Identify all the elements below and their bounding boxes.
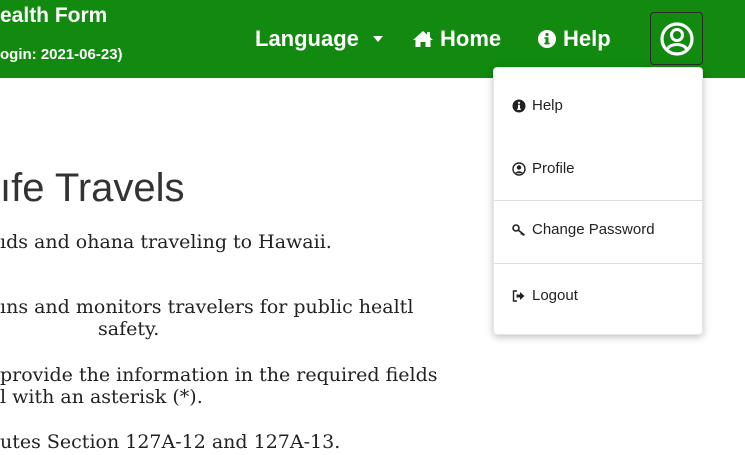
info-line: ıns and monitors travelers for public he…: [0, 296, 414, 318]
dropdown-logout-item[interactable]: Logout: [512, 287, 578, 304]
key-icon: [512, 223, 526, 237]
dropdown-change-password-item[interactable]: Change Password: [512, 221, 655, 238]
page-heading: ıfe Travels: [0, 166, 185, 210]
intro-line: ıds and ohana traveling to Hawaii.: [0, 231, 332, 253]
dropdown-profile-item[interactable]: Profile: [512, 160, 575, 177]
dropdown-logout-label: Logout: [532, 287, 578, 304]
user-dropdown-menu: Help Profile Change Password Logout: [493, 67, 703, 335]
statutes-line: utes Section 127A-12 and 127A-13.: [0, 431, 341, 453]
page: ealth Form ogin: 2021-06-23) Language Ho…: [0, 0, 745, 455]
dropdown-help-item[interactable]: Help: [512, 97, 563, 114]
dropdown-divider: [494, 263, 702, 264]
dropdown-help-label: Help: [532, 97, 563, 114]
dropdown-divider: [494, 200, 702, 201]
sign-out-icon: [512, 289, 526, 303]
info-icon: [512, 99, 526, 113]
instruction-line-continuation: l with an asterisk (*).: [0, 386, 203, 408]
user-circle-icon: [512, 161, 526, 176]
dropdown-change-password-label: Change Password: [532, 221, 655, 238]
instruction-line: provide the information in the required …: [0, 364, 438, 386]
dropdown-profile-label: Profile: [532, 160, 575, 177]
info-line-continuation: safety.: [98, 318, 160, 340]
